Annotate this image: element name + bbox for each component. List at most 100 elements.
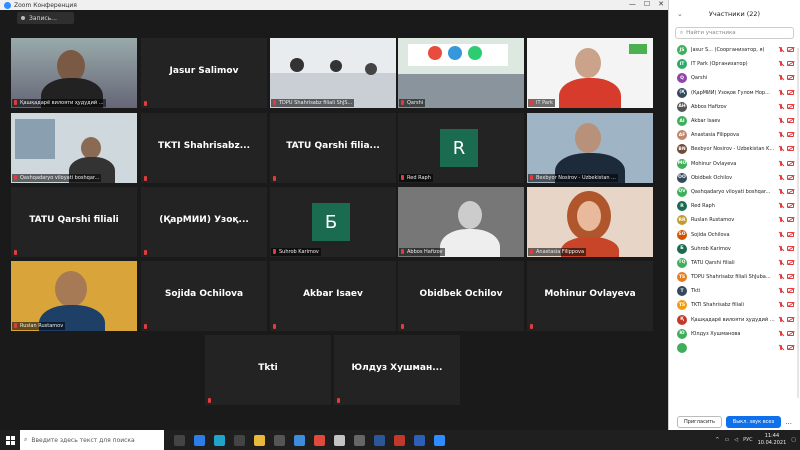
muted-mic-icon[interactable] (778, 89, 784, 96)
participant-row[interactable]: QV Qashqadaryo viloyati boshqar... (669, 185, 800, 199)
muted-mic-icon[interactable] (778, 217, 784, 223)
video-tile[interactable]: TDPU Shahrisabz filiali ShJS... (270, 38, 396, 108)
participant-row[interactable]: TS TKTI Shahrisabz filiali (669, 298, 800, 312)
video-tile[interactable]: TATU Qarshi filiali (11, 187, 137, 257)
video-tile[interactable]: Sojida Ochilova (141, 261, 267, 331)
network-icon[interactable]: ▭ (724, 437, 729, 443)
participant-row[interactable]: (Қ (ҚарМИИ) Узоқов Гулом Нор... (669, 86, 800, 100)
explorer-icon[interactable] (254, 434, 265, 446)
video-tile[interactable]: Obidbek Ochilov (398, 261, 524, 331)
muted-mic-icon[interactable] (778, 174, 784, 181)
muted-mic-icon[interactable] (778, 203, 784, 209)
video-tile[interactable]: Bexbyor Nosirov - Uzbekistan ... (527, 113, 653, 183)
chevron-down-icon[interactable]: ⌄ (677, 10, 683, 18)
participant-row[interactable]: T Tkti (669, 284, 800, 298)
video-tile[interactable]: Қашқадарё вилояти ҳудудий ... (11, 38, 137, 108)
participant-row[interactable]: Ю Юлдуз Хушманова (669, 327, 800, 341)
muted-mic-icon[interactable] (778, 160, 784, 167)
clock[interactable]: 11:44 10.04.2021 (758, 433, 787, 447)
settings-gear-icon[interactable] (354, 434, 365, 446)
video-tile[interactable]: TATU Qarshi filia... (270, 113, 396, 183)
participant-video (11, 261, 137, 331)
minimize-button[interactable]: — (629, 0, 636, 8)
task-view-icon[interactable] (174, 434, 185, 446)
participant-row[interactable]: AF Anastasia Filippova (669, 128, 800, 142)
video-tile[interactable]: IT Park (527, 38, 653, 108)
tray-arrow-icon[interactable]: ^ (715, 437, 719, 443)
record-button[interactable]: Запись... (17, 12, 74, 24)
muted-mic-icon[interactable] (778, 75, 784, 81)
keyboard-language[interactable]: РУС (743, 437, 753, 443)
muted-mic-icon[interactable] (778, 274, 784, 280)
word2-icon[interactable] (414, 434, 425, 446)
store-icon[interactable] (234, 434, 245, 446)
muted-mic-icon[interactable] (778, 132, 784, 138)
participant-row[interactable]: OO Obidbek Ochilov (669, 171, 800, 185)
muted-mic-icon[interactable] (778, 330, 784, 337)
video-tile[interactable]: R Red Raph (398, 113, 524, 183)
app-icon[interactable] (294, 434, 305, 446)
chrome-icon[interactable] (334, 434, 345, 446)
video-tile[interactable]: Anastasia Filippova (527, 187, 653, 257)
participant-row[interactable]: RR Ruslan Rustamov (669, 213, 800, 227)
muted-mic-icon[interactable] (778, 245, 784, 252)
mail-icon[interactable] (274, 434, 285, 446)
participant-row[interactable]: AH Abbos Hafizov (669, 100, 800, 114)
video-tile[interactable]: TKTI Shahrisabz... (141, 113, 267, 183)
video-tile[interactable]: Tkti (205, 335, 331, 405)
mute-all-button[interactable]: Выкл. звук всех (725, 416, 782, 428)
invite-button[interactable]: Пригласить (677, 416, 722, 428)
volume-icon[interactable]: ◁ (734, 437, 738, 443)
video-tile[interactable]: Qashqadaryo viloyati boshqar... (11, 113, 137, 183)
video-tile[interactable]: Abbos Hafizov (398, 187, 524, 257)
video-tile[interactable]: Jasur Salimov (141, 38, 267, 108)
muted-mic-icon[interactable] (778, 47, 784, 53)
more-button[interactable]: ... (785, 418, 792, 426)
muted-mic-icon[interactable] (778, 259, 784, 266)
muted-mic-icon[interactable] (778, 345, 784, 351)
zoom-icon[interactable] (434, 434, 445, 446)
participant-label: Qarshi (399, 99, 426, 107)
participant-row[interactable]: JS Jasur S... (Соорганизатор, я) (669, 43, 800, 57)
maximize-button[interactable]: ☐ (644, 0, 650, 8)
participant-row[interactable]: TS TDPU Shahrisabz filiali ShJuba... (669, 270, 800, 284)
participant-row[interactable]: AI Akbar Isaev (669, 114, 800, 128)
muted-mic-icon[interactable] (778, 316, 784, 323)
muted-mic-icon[interactable] (778, 61, 784, 67)
video-tile[interactable]: Mohinur Ovlayeva (527, 261, 653, 331)
video-tile[interactable]: (ҚарМИИ) Узоқ... (141, 187, 267, 257)
muted-mic-icon[interactable] (778, 288, 784, 294)
video-tile[interactable]: Юлдуз Хушман... (334, 335, 460, 405)
taskbar-search-input[interactable]: ⌕ Введите здесь текст для поиска (20, 430, 164, 450)
muted-mic-icon[interactable] (778, 302, 784, 308)
participant-row[interactable]: Қ Қашқадарё вилояти ҳудудий б... (669, 313, 800, 327)
participant-row[interactable]: TQ TATU Qarshi filiali (669, 256, 800, 270)
participant-row[interactable] (669, 341, 800, 355)
muted-mic-icon[interactable] (778, 103, 784, 110)
settings-icon[interactable] (194, 434, 205, 446)
muted-mic-icon[interactable] (778, 231, 784, 238)
participant-search-input[interactable]: ⌕ Найти участника (675, 27, 794, 39)
start-button[interactable] (0, 430, 20, 450)
word-icon[interactable] (374, 434, 385, 446)
participant-row[interactable]: IT IT Park (Организатор) (669, 57, 800, 71)
participant-scrollbar[interactable] (797, 48, 799, 398)
muted-mic-icon[interactable] (778, 118, 784, 124)
video-tile[interactable]: Qarshi (398, 38, 524, 108)
participant-row[interactable]: BN Bexbyor Nosirov - Uzbekistan K... (669, 142, 800, 156)
muted-mic-icon[interactable] (778, 188, 784, 195)
edge-icon[interactable] (214, 434, 225, 446)
close-button[interactable]: ✕ (658, 0, 664, 8)
video-tile[interactable]: Akbar Isaev (270, 261, 396, 331)
presentation-icon[interactable] (314, 434, 325, 446)
participant-row[interactable]: SO Sojida Ochilova (669, 227, 800, 241)
video-tile[interactable]: Ruslan Rustamov (11, 261, 137, 331)
notifications-icon[interactable]: ▢ (791, 437, 796, 443)
participant-row[interactable]: MO Mohinur Ovlayeva (669, 157, 800, 171)
participant-row[interactable]: Б Suhrob Karimov (669, 242, 800, 256)
acrobat-icon[interactable] (394, 434, 405, 446)
participant-row[interactable]: Q Qarshi (669, 71, 800, 85)
muted-mic-icon[interactable] (778, 146, 784, 152)
participant-row[interactable]: R Red Raph (669, 199, 800, 213)
video-tile[interactable]: Б Suhrob Karimov (270, 187, 396, 257)
